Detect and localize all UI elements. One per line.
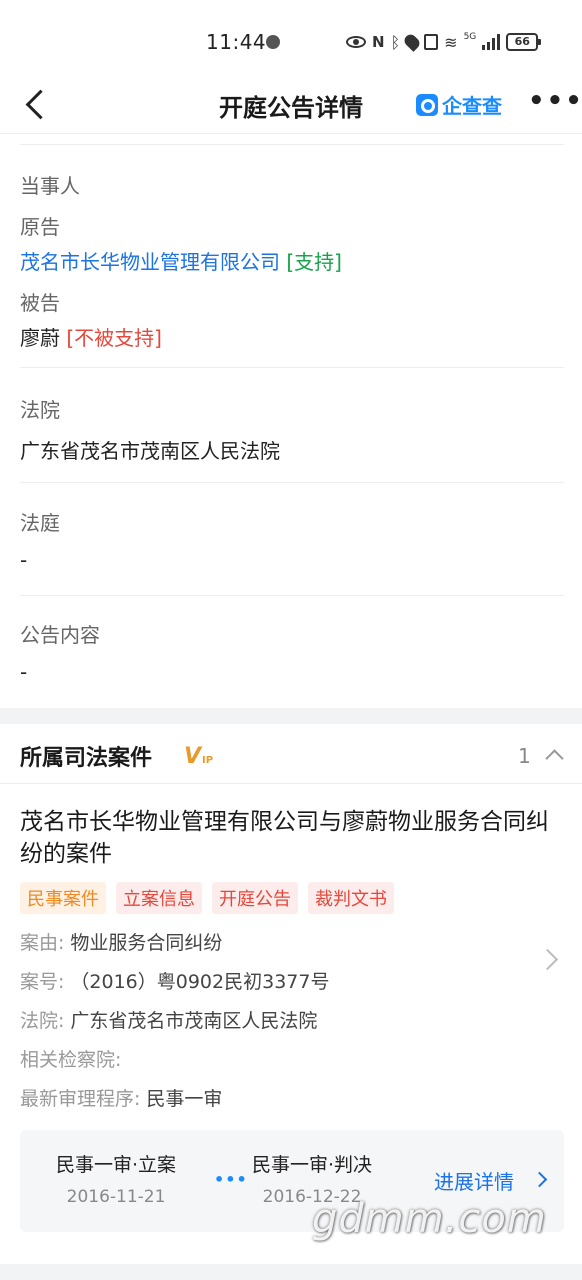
chevron-up-icon[interactable]: [546, 748, 562, 764]
case-procuratorate-row: 相关检察院:: [20, 1049, 122, 1071]
battery-icon: 66: [506, 33, 542, 51]
divider: [20, 367, 564, 368]
network-type: 5G: [463, 32, 477, 42]
vip-badge-icon: VIP: [184, 744, 214, 769]
plaintiff-link[interactable]: 茂名市长华物业管理有限公司: [20, 250, 280, 274]
progress-dots-icon: •••: [214, 1170, 248, 1189]
more-options-icon[interactable]: •••: [528, 88, 582, 114]
bluetooth-icon: ᛒ: [390, 32, 401, 52]
tag-filing-info[interactable]: 立案信息: [116, 882, 202, 914]
case-latest-procedure-row: 最新审理程序: 民事一审: [20, 1088, 223, 1110]
plaintiff-tag: [支持]: [286, 250, 342, 274]
court-section: 法院 广东省茂名市茂南区人民法院: [20, 394, 564, 464]
chevron-right-icon[interactable]: [540, 948, 558, 970]
status-time: 11:44: [206, 30, 267, 54]
case-cause-row: 案由: 物业服务合同纠纷: [20, 932, 223, 954]
case-count: 1: [518, 744, 531, 768]
courtroom-value: -: [20, 548, 28, 572]
section-gap: [0, 1264, 582, 1280]
nfc-icon: N: [372, 33, 385, 51]
content-value: -: [20, 660, 28, 684]
divider: [20, 482, 564, 483]
tag-hearing-notice[interactable]: 开庭公告: [212, 882, 298, 914]
divider: [20, 144, 564, 145]
chevron-right-icon[interactable]: [534, 1174, 546, 1186]
location-icon: [402, 32, 423, 52]
vibrate-icon: [424, 34, 439, 50]
court-label: 法院: [20, 398, 60, 422]
progress-stage-filing: 民事一审·立案 2016-11-21: [56, 1154, 177, 1207]
tag-judgment-doc[interactable]: 裁判文书: [308, 882, 394, 914]
wifi-icon: ≋: [444, 32, 458, 52]
section-gap: [0, 708, 582, 724]
notification-icon: [266, 35, 280, 49]
defendant-tag: [不被支持]: [66, 326, 162, 350]
status-bar: 11:44 N ᛒ ≋ 5G 66: [0, 0, 582, 78]
courtroom-section: 法庭 -: [20, 507, 564, 572]
case-number-row: 案号: （2016）粤0902民初3377号: [20, 971, 330, 993]
parties-section: 当事人 原告 茂名市长华物业管理有限公司 [支持] 被告 廖蔚 [不被支持]: [20, 170, 564, 351]
case-section-title: 所属司法案件: [20, 746, 153, 771]
defendant-label: 被告: [20, 291, 60, 315]
tag-civil-case[interactable]: 民事案件: [20, 882, 106, 914]
divider: [20, 595, 564, 596]
parties-heading: 当事人: [20, 174, 80, 198]
plaintiff-row: 茂名市长华物业管理有限公司 [支持]: [20, 246, 564, 275]
content-section: 公告内容 -: [20, 619, 564, 684]
case-section-header[interactable]: 所属司法案件 VIP 1: [0, 724, 582, 784]
status-icons: N ᛒ ≋ 5G 66: [346, 31, 542, 53]
case-tags: 民事案件 立案信息 开庭公告 裁判文书: [20, 882, 394, 914]
watermark-text: gdmm.com: [312, 1196, 547, 1242]
defendant-name: 廖蔚: [20, 326, 60, 350]
case-title[interactable]: 茂名市长华物业管理有限公司与廖蔚物业服务合同纠纷的案件: [20, 806, 550, 870]
eye-icon: [346, 36, 366, 48]
brand-name: 企查查: [442, 94, 502, 118]
courtroom-label: 法庭: [20, 511, 60, 535]
qichacha-logo-icon: [416, 93, 438, 116]
court-value: 广东省茂名市茂南区人民法院: [20, 439, 280, 463]
progress-detail-link[interactable]: 进展详情: [434, 1166, 514, 1195]
content-label: 公告内容: [20, 623, 100, 647]
plaintiff-label: 原告: [20, 215, 60, 239]
defendant-row: 廖蔚 [不被支持]: [20, 322, 564, 351]
brand-logo[interactable]: 企查查: [416, 90, 502, 119]
nav-bar: 开庭公告详情 企查查 •••: [0, 78, 582, 134]
case-court-row: 法院: 广东省茂名市茂南区人民法院: [20, 1010, 318, 1032]
signal-icon: [482, 34, 501, 50]
